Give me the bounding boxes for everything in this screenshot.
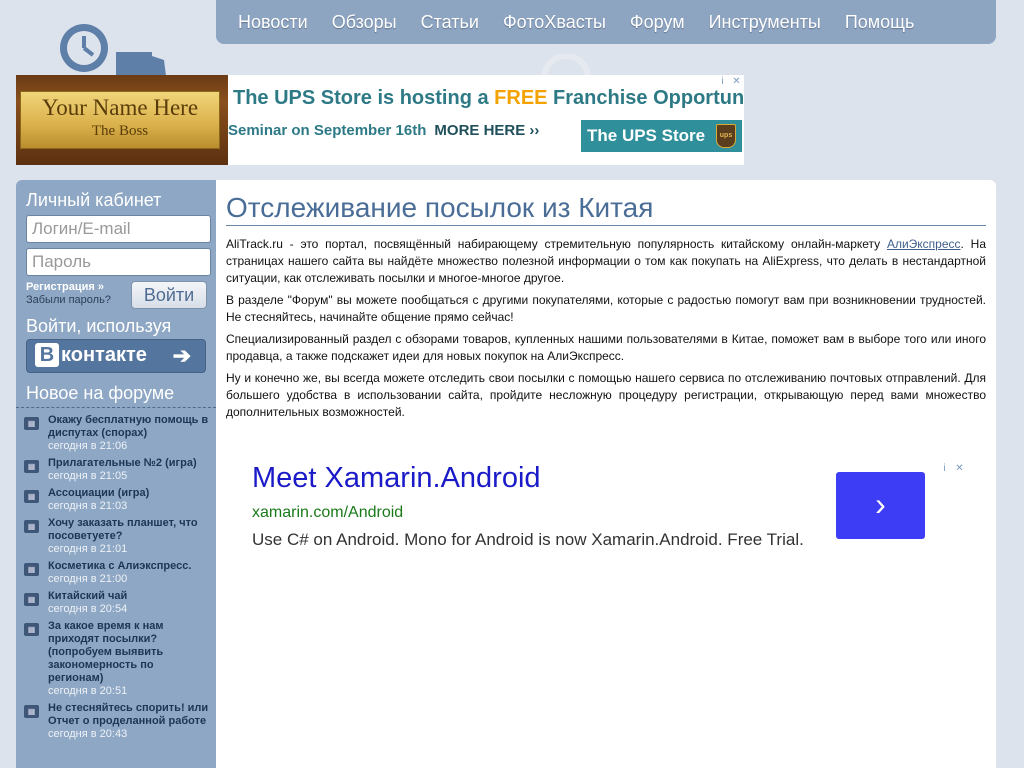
ad-headline-link[interactable]: Meet Xamarin.Android [252,462,541,495]
forum-item-date: сегодня в 21:01 [48,543,128,555]
forum-item[interactable]: ▦ Косметика с Алиэкспресс. сегодня в 21:00 [22,560,212,586]
forum-item-date: сегодня в 20:43 [48,728,128,740]
forum-new-title: Новое на форуме [26,383,175,403]
nav-item-news[interactable]: Новости [238,12,308,33]
forum-topic-icon: ▦ [24,490,39,503]
forum-item-date: сегодня в 21:03 [48,500,128,512]
ad-close-icon[interactable]: ✕ [953,462,966,475]
more-here-link[interactable]: MORE HERE ›› [434,122,539,139]
divider [16,407,216,408]
ups-store-brand: The UPS Store ups [581,120,742,152]
forum-item[interactable]: ▦ За какое время к нам приходят посылки? … [22,620,212,698]
forum-topic-icon: ▦ [24,705,39,718]
forum-item[interactable]: ▦ Хочу заказать планшет, что посоветуете?… [22,517,212,556]
forum-item-date: сегодня в 21:05 [48,470,128,482]
forum-item-title[interactable]: Китайский чай [48,590,212,603]
nav-item-articles[interactable]: Статьи [421,12,479,33]
vk-logo-icon: В [35,343,59,367]
login-button[interactable]: Войти [131,281,207,309]
ad-info-icon[interactable]: i [716,75,729,88]
forum-item-title[interactable]: За какое время к нам приходят посылки? (… [48,620,212,685]
forum-item-title[interactable]: Прилагательные №2 (игра) [48,457,212,470]
forum-item-date: сегодня в 20:51 [48,685,128,697]
forum-item-title[interactable]: Окажу бесплатную помощь в диспутах (спор… [48,414,212,440]
forum-topic-icon: ▦ [24,593,39,606]
vk-login-button[interactable]: В контакте ➔ [26,339,206,373]
forum-item-date: сегодня в 20:54 [48,603,128,615]
forum-item-title[interactable]: Не стесняйтесь спорить! или Отчет о прод… [48,702,212,728]
login-input[interactable]: Логин/E-mail [26,215,211,243]
forum-topic-icon: ▦ [24,417,39,430]
page-title: Отслеживание посылок из Китая [226,192,986,226]
sidebar: Личный кабинет Логин/E-mail Пароль Регис… [16,180,216,768]
paragraph-4: Ну и конечно же, вы всегда можете отслед… [226,371,986,419]
login-via-label: Войти, используя [26,316,172,336]
chevron-right-icon[interactable]: › [836,472,925,539]
intro-text: AliTrack.ru - это портал, посвящённый на… [226,236,986,426]
forum-list: ▦ Окажу бесплатную помощь в диспутах (спо… [22,414,212,745]
paragraph-2: В разделе "Форум" вы можете пообщаться с… [226,293,986,324]
account-title: Личный кабинет [26,190,162,210]
forum-item[interactable]: ▦ Прилагательные №2 (игра) сегодня в 21:05 [22,457,212,483]
register-link[interactable]: Регистрация » [26,281,104,293]
nav-item-help[interactable]: Помощь [845,12,915,33]
bottom-ad[interactable]: Meet Xamarin.Android xamarin.com/Android… [252,462,974,562]
ad-description: Use C# on Android. Mono for Android is n… [252,530,804,549]
ad-subline: Seminar on September 16th MORE HERE ›› [228,117,594,157]
plate-line-1: Your Name Here [41,95,199,120]
forum-item-date: сегодня в 21:06 [48,440,128,452]
ad-headline: The UPS Store is hosting a FREE Franchis… [233,87,744,109]
forum-item-date: сегодня в 21:00 [48,573,128,585]
ups-shield-icon: ups [716,124,736,148]
forum-item[interactable]: ▦ Не стесняйтесь спорить! или Отчет о про… [22,702,212,741]
forum-topic-icon: ▦ [24,623,39,636]
ad-url[interactable]: xamarin.com/Android [252,504,403,522]
main-nav: Новости Обзоры Статьи ФотоХвасты Форум И… [216,0,996,44]
forum-topic-icon: ▦ [24,563,39,576]
nav-item-forum[interactable]: Форум [630,12,685,33]
forum-item-title[interactable]: Ассоциации (игра) [48,487,212,500]
nav-item-reviews[interactable]: Обзоры [332,12,397,33]
forum-item[interactable]: ▦ Ассоциации (игра) сегодня в 21:03 [22,487,212,513]
main-content: Отслеживание посылок из Китая AliTrack.r… [216,180,996,768]
forum-item-title[interactable]: Косметика с Алиэкспресс. [48,560,212,573]
arrow-right-icon: ➔ [172,343,191,368]
name-plate-image: Your Name Here The Boss [16,75,228,165]
plate-line-2: The Boss [91,123,149,139]
ad-info-icon[interactable]: i [938,462,951,475]
forum-item[interactable]: ▦ Окажу бесплатную помощь в диспутах (спо… [22,414,212,453]
ad-close-icon[interactable]: ✕ [730,75,743,88]
nav-item-photo[interactable]: ФотоХвасты [503,12,606,33]
forum-topic-icon: ▦ [24,460,39,473]
forum-item[interactable]: ▦ Китайский чай сегодня в 20:54 [22,590,212,616]
site-logo[interactable] [56,20,176,76]
top-ad-banner[interactable]: Your Name Here The Boss The UPS Store is… [16,75,744,165]
paragraph-3: Специализированный раздел с обзорами тов… [226,332,986,363]
password-input[interactable]: Пароль [26,248,211,276]
aliexpress-link[interactable]: АлиЭкспресс [887,237,961,251]
forum-topic-icon: ▦ [24,520,39,533]
forgot-password-link[interactable]: Забыли пароль? [26,294,111,306]
forum-item-title[interactable]: Хочу заказать планшет, что посоветуете? [48,517,212,543]
vk-label: контакте [61,344,147,366]
paragraph-1: AliTrack.ru - это портал, посвящённый на… [226,237,986,285]
nav-item-tools[interactable]: Инструменты [709,12,821,33]
